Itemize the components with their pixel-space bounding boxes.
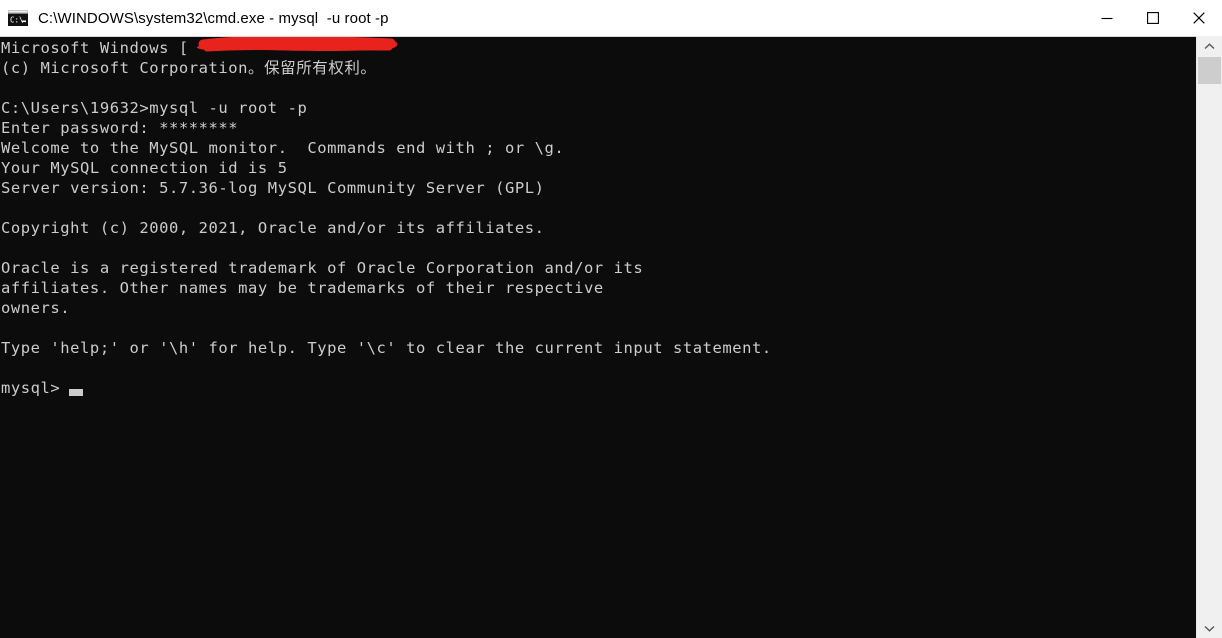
chevron-up-icon — [1204, 42, 1215, 49]
minimize-icon — [1101, 17, 1113, 20]
terminal-prompt-line-wrap: mysql> — [0, 378, 1197, 398]
cmd-window: C:\ C:\WINDOWS\system32\cmd.exe - mysql … — [0, 0, 1222, 638]
terminal-line: C:\Users\19632>mysql -u root -p — [1, 99, 308, 117]
terminal-output[interactable]: Microsoft Windows [ (c) Microsoft Corpor… — [0, 37, 1197, 638]
svg-text:C:\: C:\ — [10, 16, 24, 25]
close-button[interactable] — [1176, 0, 1222, 36]
terminal-line: Enter password: ******** — [1, 119, 239, 137]
minimize-button[interactable] — [1084, 0, 1130, 36]
maximize-icon — [1147, 12, 1159, 24]
window-title: C:\WINDOWS\system32\cmd.exe - mysql -u r… — [38, 9, 389, 27]
terminal-prompt-line: mysql> — [1, 379, 61, 397]
terminal-cursor — [69, 389, 83, 396]
scroll-down-button[interactable] — [1197, 618, 1222, 638]
terminal-line: Type 'help;' or '\h' for help. Type '\c'… — [1, 339, 772, 357]
terminal-line: owners. — [1, 299, 71, 317]
maximize-button[interactable] — [1130, 0, 1176, 36]
terminal-line: affiliates. Other names may be trademark… — [1, 279, 604, 297]
scroll-up-button[interactable] — [1197, 36, 1222, 56]
window-controls — [1084, 0, 1222, 36]
close-icon — [1193, 12, 1205, 24]
title-bar[interactable]: C:\ C:\WINDOWS\system32\cmd.exe - mysql … — [0, 0, 1222, 36]
terminal-line: Welcome to the MySQL monitor. Commands e… — [1, 139, 565, 157]
scrollbar-thumb[interactable] — [1198, 57, 1221, 84]
terminal-line: Oracle is a registered trademark of Orac… — [1, 259, 644, 277]
terminal-line-1-wrap: Microsoft Windows [ — [0, 37, 1197, 58]
vertical-scrollbar[interactable] — [1196, 36, 1222, 638]
terminal-line: Microsoft Windows [ — [1, 39, 189, 57]
cmd-console-icon: C:\ — [7, 9, 29, 27]
terminal-line: (c) Microsoft Corporation。保留所有权利。 — [1, 59, 377, 77]
terminal-line: Your MySQL connection id is 5 — [1, 159, 288, 177]
terminal-line: Copyright (c) 2000, 2021, Oracle and/or … — [1, 219, 545, 237]
terminal-line: Server version: 5.7.36-log MySQL Communi… — [1, 179, 545, 197]
chevron-down-icon — [1204, 625, 1215, 632]
